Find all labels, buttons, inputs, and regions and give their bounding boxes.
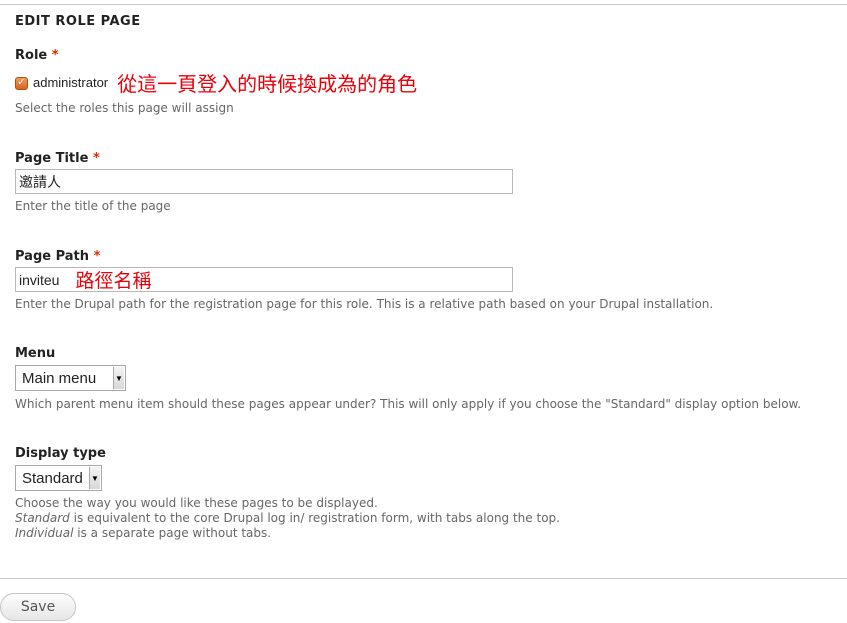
- page-title-label: Page Title *: [15, 151, 100, 166]
- individual-text: is a separate page without tabs.: [73, 526, 272, 540]
- checkmark-icon: ✓: [17, 77, 26, 88]
- role-required-marker: *: [51, 48, 59, 63]
- chevron-down-icon[interactable]: ▼: [89, 467, 100, 489]
- save-button[interactable]: Save: [0, 593, 76, 621]
- role-option-administrator[interactable]: ✓ administrator 從這一頁登入的時候換成為的角色: [15, 70, 418, 96]
- administrator-checkbox-label[interactable]: administrator: [33, 75, 108, 90]
- individual-term: Individual: [15, 526, 74, 540]
- role-label-text: Role: [15, 48, 48, 63]
- menu-label: Menu: [15, 346, 56, 361]
- page-path-annotation: 路徑名稱: [75, 270, 152, 292]
- role-description: Select the roles this page will assign: [15, 101, 234, 115]
- page-title-label-text: Page Title: [15, 151, 89, 166]
- fieldset-bottom-border: [0, 578, 847, 579]
- page-path-required-marker: *: [93, 249, 101, 264]
- display-type-select-value: Standard: [22, 469, 83, 487]
- page-path-label-text: Page Path: [15, 249, 90, 264]
- standard-text: is equivalent to the core Drupal log in/…: [69, 511, 560, 525]
- page-path-label: Page Path *: [15, 249, 100, 264]
- page-path-input[interactable]: inviteu 路徑名稱: [15, 267, 513, 292]
- page-title-required-marker: *: [92, 151, 100, 166]
- page-title-description: Enter the title of the page: [15, 199, 171, 213]
- display-type-description: Choose the way you would like these page…: [15, 496, 560, 541]
- page-path-description: Enter the Drupal path for the registrati…: [15, 297, 714, 311]
- role-annotation: 從這一頁登入的時候換成為的角色: [117, 71, 418, 96]
- menu-select[interactable]: Main menu ▼: [15, 365, 126, 391]
- display-type-description-individual: Individual is a separate page without ta…: [15, 526, 560, 541]
- page-title-input-value: 邀請人: [19, 173, 61, 190]
- fieldset-legend: EDIT ROLE PAGE: [15, 14, 141, 29]
- chevron-down-icon[interactable]: ▼: [113, 367, 124, 389]
- page-path-input-value: inviteu: [19, 271, 60, 288]
- display-type-description-standard: Standard is equivalent to the core Drupa…: [15, 511, 560, 526]
- fieldset-top-border: [0, 4, 847, 5]
- standard-term: Standard: [15, 511, 70, 525]
- menu-select-value: Main menu: [22, 369, 97, 387]
- display-type-description-line1: Choose the way you would like these page…: [15, 496, 378, 510]
- edit-role-page-form: EDIT ROLE PAGE Role * ✓ administrator 從這…: [0, 0, 847, 623]
- page-title-input[interactable]: 邀請人: [15, 169, 513, 194]
- menu-description: Which parent menu item should these page…: [15, 397, 802, 411]
- display-type-label: Display type: [15, 446, 106, 461]
- role-label: Role *: [15, 48, 59, 63]
- administrator-checkbox[interactable]: ✓: [15, 76, 28, 90]
- display-type-select[interactable]: Standard ▼: [15, 465, 102, 491]
